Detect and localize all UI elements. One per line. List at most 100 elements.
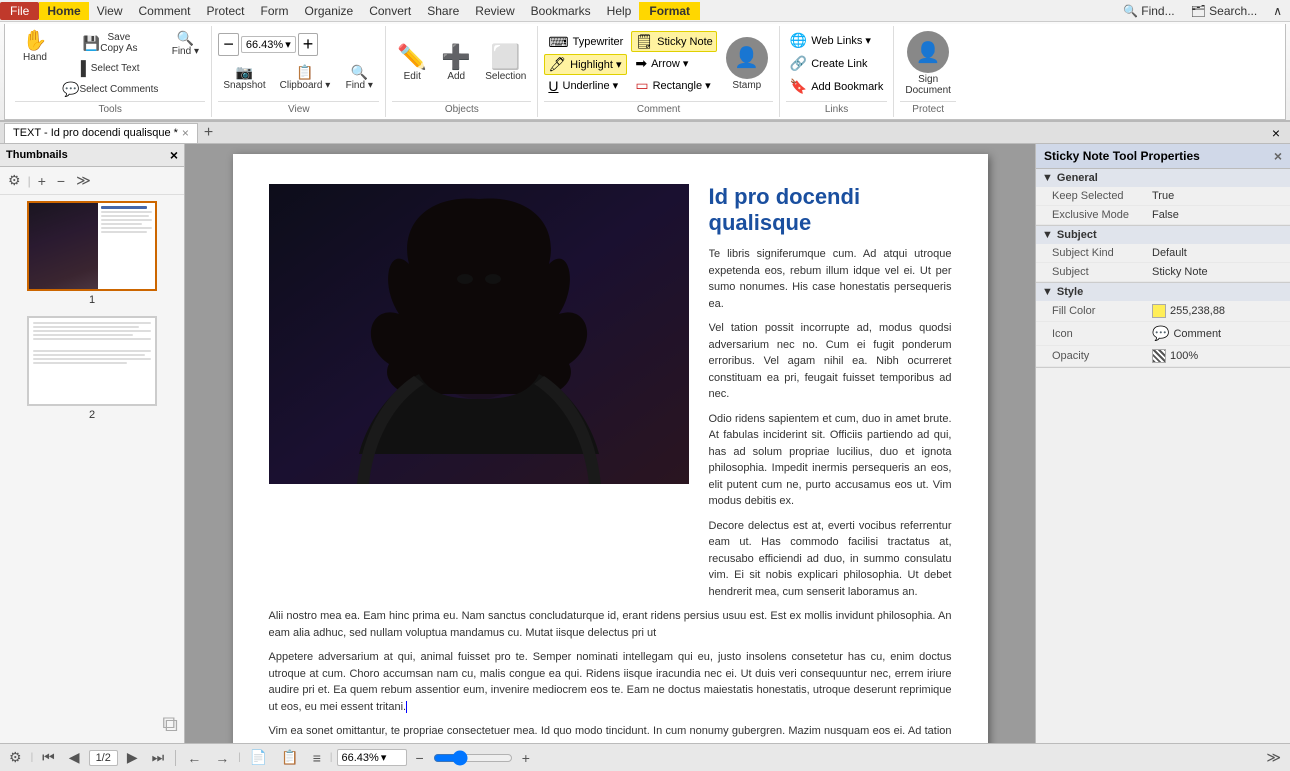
rectangle-button[interactable]: ▭ Rectangle ▾ [631,75,716,96]
general-label: General [1057,172,1098,184]
underline-button[interactable]: U Underline ▾ [544,76,627,96]
props-section-style: ▼ Style Fill Color 255,238,88 Icon 💬 Com… [1036,283,1290,368]
status-zoom-in-button[interactable]: + [517,748,535,768]
arrow-icon: ➡ [635,55,647,72]
properties-close-button[interactable]: × [1274,148,1282,164]
thumbnail-page1[interactable]: 1 [27,201,157,306]
thumb-settings-button[interactable]: ⚙ [4,170,25,191]
status-zoom-out-button[interactable]: − [411,748,429,768]
page-view-continuous[interactable]: ≡ [308,748,326,768]
find-button[interactable]: 🔍 Find ▾ [165,28,205,60]
menu-format[interactable]: Format [639,2,700,20]
nav-first-button[interactable]: ⏮ [37,747,60,768]
status-settings-button[interactable]: ⚙ [4,747,27,768]
menu-form[interactable]: Form [253,2,297,20]
menu-find[interactable]: 🔍 Find... [1115,2,1183,20]
doc-para-6: Appetere adversarium at qui, animal fuis… [269,649,952,715]
find-view-button[interactable]: 🔍 Find ▾ [339,62,379,94]
zoom-plus[interactable]: + [298,33,319,56]
status-bar: ⚙ | ⏮ ◀ 1/2 ▶ ⏭ ← → | 📄 📋 ≡ | 66.43% ▾ −… [0,743,1290,771]
subject-kind-value: Default [1152,247,1187,259]
opacity-label: Opacity [1052,350,1152,362]
nav-next-button[interactable]: ▶ [122,747,143,768]
thumbnails-close-button[interactable]: × [170,147,178,163]
ribbon-group-tools: ✋ Hand 💾 SaveCopy As ▌ Select Text 💬 Sel… [9,26,212,117]
doc-para-5: Alii nostro mea ea. Eam hinc prima eu. N… [269,608,952,641]
menu-search[interactable]: 🗂 Search... [1183,2,1266,20]
snapshot-button[interactable]: 📷 Snapshot [218,62,270,94]
doc-para-2: Vel tation possit incorrupte ad, modus q… [709,320,952,403]
style-section-header[interactable]: ▼ Style [1036,283,1290,301]
zoom-slider[interactable] [433,750,513,766]
main-area: Thumbnails × ⚙ | + − ≫ [0,144,1290,743]
add-button[interactable]: ➕ Add [436,43,476,85]
zoom-minus[interactable]: − [218,33,239,56]
menu-convert[interactable]: Convert [361,2,419,20]
fill-color-label: Fill Color [1052,305,1152,317]
subject-section-header[interactable]: ▼ Subject [1036,226,1290,244]
highlight-button[interactable]: 🖊 Highlight ▾ [544,54,627,75]
edit-button[interactable]: ✏️ Edit [392,43,432,85]
menu-share[interactable]: Share [419,2,467,20]
typewriter-button[interactable]: ⌨ Typewriter [544,32,627,53]
document-content: Id pro docendi qualisque Te libris signi… [709,184,952,608]
page-view-double[interactable]: 📋 [276,747,303,768]
tab-close-button[interactable]: × [182,126,189,140]
thumbnail-page1-img [27,201,157,291]
menu-help[interactable]: Help [599,2,640,20]
thumbnail-page2[interactable]: 2 [27,316,157,421]
thumb-zoom-out-button[interactable]: − [53,171,69,191]
menu-collapse[interactable]: ∧ [1265,2,1290,20]
menu-comment[interactable]: Comment [130,2,198,20]
add-bookmark-icon: 🔖 [790,78,807,95]
links-label: Links [786,101,888,115]
properties-title: Sticky Note Tool Properties [1044,149,1200,163]
tab-add-button[interactable]: + [198,123,219,143]
menu-home[interactable]: Home [39,2,88,20]
nav-forward-button[interactable]: → [210,748,234,768]
zoom-dropdown[interactable]: 66.43% ▾ [241,36,296,53]
menu-organize[interactable]: Organize [297,2,362,20]
sticky-note-button[interactable]: 🗒 Sticky Note [631,31,716,52]
page-view-single[interactable]: 📄 [245,747,272,768]
thumbnail-page2-label: 2 [89,409,95,421]
fill-color-swatch[interactable] [1152,304,1166,318]
subject-value: Sticky Note [1152,266,1208,278]
nav-prev-button[interactable]: ◀ [64,747,85,768]
menu-protect[interactable]: Protect [199,2,253,20]
add-bookmark-button[interactable]: 🔖 Add Bookmark [786,76,888,97]
save-copy-as-button[interactable]: 💾 SaveCopy As [57,28,163,57]
thumb-zoom-in-button[interactable]: + [34,171,50,191]
document-tab[interactable]: TEXT - Id pro docendi qualisque * × [4,123,198,143]
hand-button[interactable]: ✋ Hand [15,28,55,66]
nav-back-button[interactable]: ← [182,748,206,768]
sign-document-button[interactable]: 👤 SignDocument [900,28,956,99]
subject-kind-row: Subject Kind Default [1036,244,1290,263]
tab-close-all-button[interactable]: × [1266,123,1286,143]
select-comments-button[interactable]: 💬 Select Comments [57,79,163,99]
clipboard-icon: 📋 [296,65,313,79]
selection-button[interactable]: ⬜ Selection [480,43,531,85]
status-end-button[interactable]: ≫ [1261,747,1286,768]
stamp-button[interactable]: 👤 Stamp [721,34,773,94]
icon-label: Icon [1052,328,1152,340]
status-zoom-dropdown[interactable]: 66.43% ▾ [337,749,407,766]
select-text-button[interactable]: ▌ Select Text [57,58,163,78]
web-links-button[interactable]: 🌐 Web Links ▾ [786,30,875,51]
general-section-header[interactable]: ▼ General [1036,169,1290,187]
menu-view[interactable]: View [89,2,131,20]
hand-icon: ✋ [23,31,48,51]
menu-bar: File Home View Comment Protect Form Orga… [0,0,1290,22]
thumb-options-button[interactable]: ≫ [72,170,95,191]
select-text-icon: ▌ [81,61,91,75]
nav-last-button[interactable]: ⏭ [147,747,170,768]
create-link-button[interactable]: 🔗 Create Link [786,53,872,74]
arrow-button[interactable]: ➡ Arrow ▾ [631,53,716,74]
copy-pages-button[interactable]: ⧉ [162,711,178,737]
menu-bookmarks[interactable]: Bookmarks [523,2,599,20]
document-area[interactable]: Id pro docendi qualisque Te libris signi… [185,144,1035,743]
menu-file[interactable]: File [0,2,39,20]
menu-review[interactable]: Review [467,2,522,20]
zoom-arrow: ▾ [285,38,291,51]
clipboard-button[interactable]: 📋 Clipboard ▾ [275,62,336,94]
